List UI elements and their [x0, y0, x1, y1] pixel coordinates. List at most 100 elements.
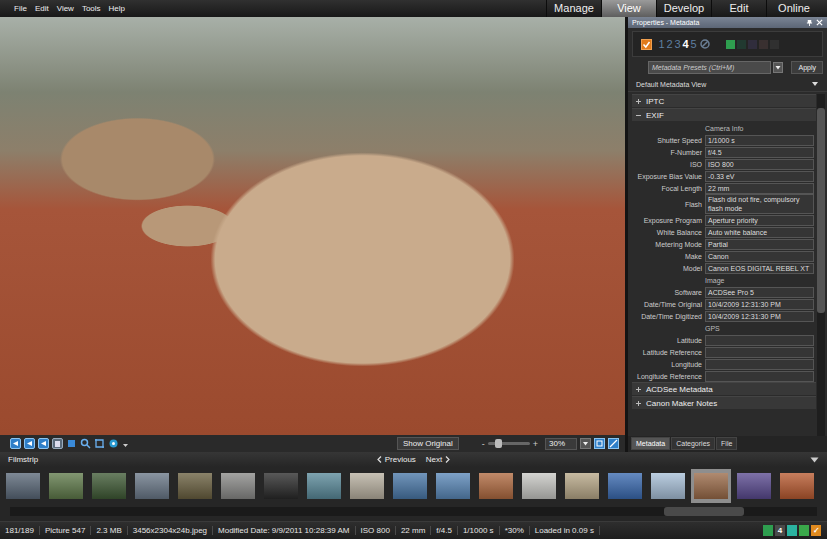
section-header[interactable]: IPTC: [632, 94, 816, 107]
panel-tab[interactable]: File: [716, 437, 737, 450]
menu-item[interactable]: File: [10, 4, 31, 13]
thumbnail[interactable]: [218, 469, 258, 503]
effects-icon[interactable]: [108, 438, 119, 449]
field-value[interactable]: ISO 800: [705, 159, 814, 170]
thumbnail[interactable]: [777, 469, 817, 503]
dropdown-arrow-icon[interactable]: [773, 62, 783, 73]
next-button[interactable]: Next: [426, 455, 450, 464]
rating-number[interactable]: 2: [666, 38, 673, 50]
field-value[interactable]: [705, 335, 814, 346]
field-value[interactable]: Aperture priority: [705, 215, 814, 226]
mode-tab[interactable]: View: [601, 0, 656, 17]
thumbnail[interactable]: [3, 469, 43, 503]
thumbnail[interactable]: [734, 469, 774, 503]
mode-tab[interactable]: Edit: [711, 0, 766, 17]
zoom-dropdown-icon[interactable]: [580, 438, 591, 449]
mode-tab[interactable]: Manage: [546, 0, 601, 17]
section-header[interactable]: ACDSee Metadata: [632, 382, 816, 395]
section-header[interactable]: Canon Maker Notes: [632, 396, 816, 409]
thumbnail[interactable]: [605, 469, 645, 503]
color-label[interactable]: [770, 40, 779, 49]
thumbnail[interactable]: [175, 469, 215, 503]
status-badge[interactable]: 4: [775, 525, 785, 536]
expand-icon[interactable]: [635, 400, 642, 407]
zoom-field[interactable]: 30%: [545, 438, 577, 450]
nav-icon[interactable]: [10, 438, 21, 449]
zoom-slider[interactable]: [488, 442, 530, 445]
thumbnail[interactable]: [46, 469, 86, 503]
field-value[interactable]: 22 mm: [705, 183, 814, 194]
thumbnail[interactable]: [648, 469, 688, 503]
thumbnail[interactable]: [519, 469, 559, 503]
filmstrip-menu-icon[interactable]: [810, 457, 819, 463]
panel-tab[interactable]: Categories: [671, 437, 715, 450]
field-value[interactable]: [705, 347, 814, 358]
thumbnail[interactable]: [390, 469, 430, 503]
scrollbar-thumb[interactable]: [664, 507, 744, 516]
actual-size-icon[interactable]: [608, 438, 619, 449]
menu-item[interactable]: Edit: [31, 4, 53, 13]
field-value[interactable]: Partial: [705, 239, 814, 250]
status-badge[interactable]: [799, 525, 809, 536]
close-icon[interactable]: [816, 19, 823, 26]
color-label[interactable]: [737, 40, 746, 49]
thumbnail[interactable]: [433, 469, 473, 503]
field-value[interactable]: 10/4/2009 12:31:30 PM: [705, 299, 814, 310]
field-value[interactable]: [705, 359, 814, 370]
collapse-icon[interactable]: [635, 112, 642, 119]
field-value[interactable]: 1/1000 s: [705, 135, 814, 146]
field-value[interactable]: f/4.5: [705, 147, 814, 158]
thumbnail[interactable]: [132, 469, 172, 503]
mode-tab[interactable]: Online: [766, 0, 821, 17]
hand-icon[interactable]: [52, 438, 63, 449]
menu-item[interactable]: Help: [105, 4, 129, 13]
menu-item[interactable]: View: [53, 4, 78, 13]
expand-icon[interactable]: [635, 386, 642, 393]
color-label[interactable]: [759, 40, 768, 49]
fit-icon[interactable]: [594, 438, 605, 449]
rating-number[interactable]: 3: [674, 38, 681, 50]
vertical-scrollbar[interactable]: [817, 94, 825, 436]
field-value[interactable]: ACDSee Pro 5: [705, 287, 814, 298]
thumbnail[interactable]: [476, 469, 516, 503]
zoom-icon[interactable]: [80, 438, 91, 449]
status-badge[interactable]: [787, 525, 797, 536]
menu-item[interactable]: Tools: [78, 4, 105, 13]
field-value[interactable]: Flash did not fire, compulsory flash mod…: [705, 194, 814, 214]
nav-icon[interactable]: [24, 438, 35, 449]
more-icon[interactable]: [122, 438, 129, 449]
color-label[interactable]: [726, 40, 735, 49]
metadata-presets-dropdown[interactable]: Metadata Presets (Ctrl+M): [648, 61, 771, 74]
crop-icon[interactable]: [94, 438, 105, 449]
field-value[interactable]: [705, 371, 814, 382]
status-badge[interactable]: [763, 525, 773, 536]
rating-number[interactable]: 5: [690, 38, 697, 50]
pin-icon[interactable]: [806, 19, 813, 26]
tag-checkbox[interactable]: [641, 39, 652, 50]
zoom-slider-thumb[interactable]: [495, 439, 502, 448]
horizontal-scrollbar[interactable]: [10, 507, 817, 516]
zoom-out-button[interactable]: -: [482, 439, 485, 449]
show-original-button[interactable]: Show Original: [397, 437, 459, 450]
rating-number[interactable]: 1: [658, 38, 665, 50]
thumbnail[interactable]: [304, 469, 344, 503]
status-badge[interactable]: ✓: [811, 525, 821, 536]
nav-icon[interactable]: [38, 438, 49, 449]
color-label[interactable]: [748, 40, 757, 49]
mode-tab[interactable]: Develop: [656, 0, 711, 17]
thumbnail[interactable]: [562, 469, 602, 503]
rating-number[interactable]: 4: [682, 38, 689, 50]
previous-button[interactable]: Previous: [377, 455, 416, 464]
thumbnail[interactable]: [89, 469, 129, 503]
thumbnail[interactable]: [691, 469, 731, 503]
field-value[interactable]: 10/4/2009 12:31:30 PM: [705, 311, 814, 322]
metadata-view-dropdown[interactable]: Default Metadata View: [628, 77, 827, 92]
clear-rating-icon[interactable]: [700, 39, 710, 49]
field-value[interactable]: Canon: [705, 251, 814, 262]
thumbnail[interactable]: [261, 469, 301, 503]
panel-tab[interactable]: Metadata: [631, 437, 670, 450]
field-value[interactable]: Auto white balance: [705, 227, 814, 238]
section-header[interactable]: EXIF: [632, 108, 816, 121]
apply-button[interactable]: Apply: [791, 61, 823, 74]
field-value[interactable]: -0.33 eV: [705, 171, 814, 182]
